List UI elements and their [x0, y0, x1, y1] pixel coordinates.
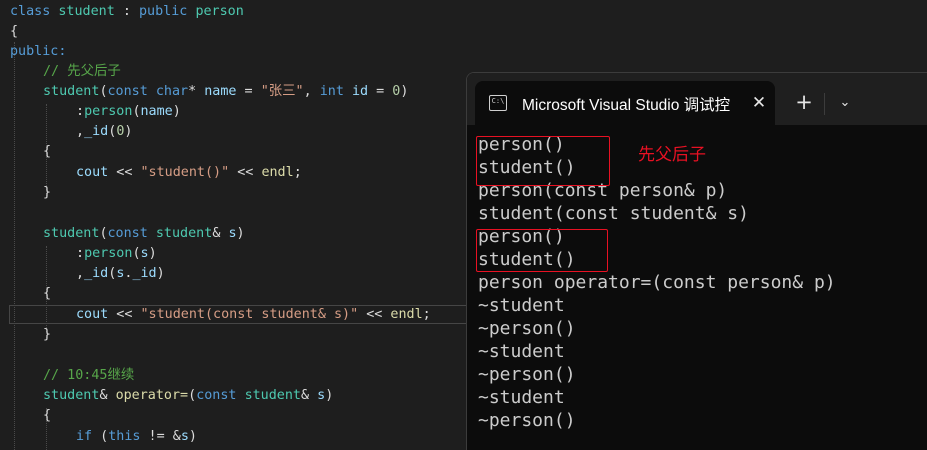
chevron-down-icon[interactable]: ⌄ [833, 91, 857, 115]
code-line[interactable]: } [43, 325, 51, 345]
code-line[interactable]: :person(s) [76, 244, 157, 264]
output-line: student(const student& s) [478, 203, 749, 224]
code-line[interactable]: cout << "student(const student& s)" << e… [76, 305, 431, 325]
code-line[interactable]: student& operator=(const student& s) [43, 386, 333, 406]
code-line[interactable]: { [43, 142, 51, 162]
code-line[interactable]: student(const student& s) [43, 224, 245, 244]
code-line[interactable]: { [10, 22, 18, 42]
code-line[interactable]: cout << "student()" << endl; [76, 163, 302, 183]
indent-guide [14, 42, 15, 450]
code-line[interactable]: ,_id(0) [76, 122, 132, 142]
output-line: ~person() [478, 318, 576, 339]
annotation-box [476, 229, 608, 272]
tab-divider [824, 93, 825, 115]
code-line[interactable]: } [43, 183, 51, 203]
output-line: ~student [478, 295, 565, 316]
annotation-box [476, 136, 610, 186]
keyword: public [139, 4, 188, 19]
tab-debug-console[interactable]: C:\ Microsoft Visual Studio 调试控 ✕ [475, 81, 775, 125]
code-line[interactable]: { [43, 406, 51, 426]
console-icon: C:\ [489, 95, 507, 111]
tab-title: Microsoft Visual Studio 调试控 [522, 97, 731, 114]
code-line[interactable]: { [43, 284, 51, 304]
code-comment[interactable]: // 10:45继续 [43, 366, 134, 386]
new-tab-button[interactable]: + [792, 91, 816, 115]
close-icon[interactable]: ✕ [747, 91, 771, 115]
type-name: person [195, 4, 244, 19]
output-line: ~person() [478, 364, 576, 385]
code-comment[interactable]: // 先父后子 [43, 62, 121, 82]
annotation-label: 先父后子 [638, 145, 706, 165]
code-line[interactable]: :person(name) [76, 102, 181, 122]
debug-console-window[interactable]: C:\ Microsoft Visual Studio 调试控 ✕ + ⌄ pe… [466, 72, 927, 450]
output-line: ~student [478, 387, 565, 408]
output-line: person operator=(const person& p) [478, 272, 836, 293]
output-line: ~person() [478, 410, 576, 431]
code-line[interactable]: ,_id(s._id) [76, 264, 165, 284]
code-line[interactable]: if (this != &s) [76, 427, 197, 447]
code-line[interactable]: public: [10, 42, 66, 62]
keyword: class [10, 4, 51, 19]
code-line[interactable]: class student : public person [10, 2, 244, 22]
tab-bar: C:\ Microsoft Visual Studio 调试控 ✕ + ⌄ [467, 73, 927, 125]
output-line: ~student [478, 341, 565, 362]
operator: : [122, 4, 131, 19]
code-line[interactable]: student(const char* name = "张三", int id … [43, 82, 408, 102]
type-name: student [58, 4, 115, 19]
